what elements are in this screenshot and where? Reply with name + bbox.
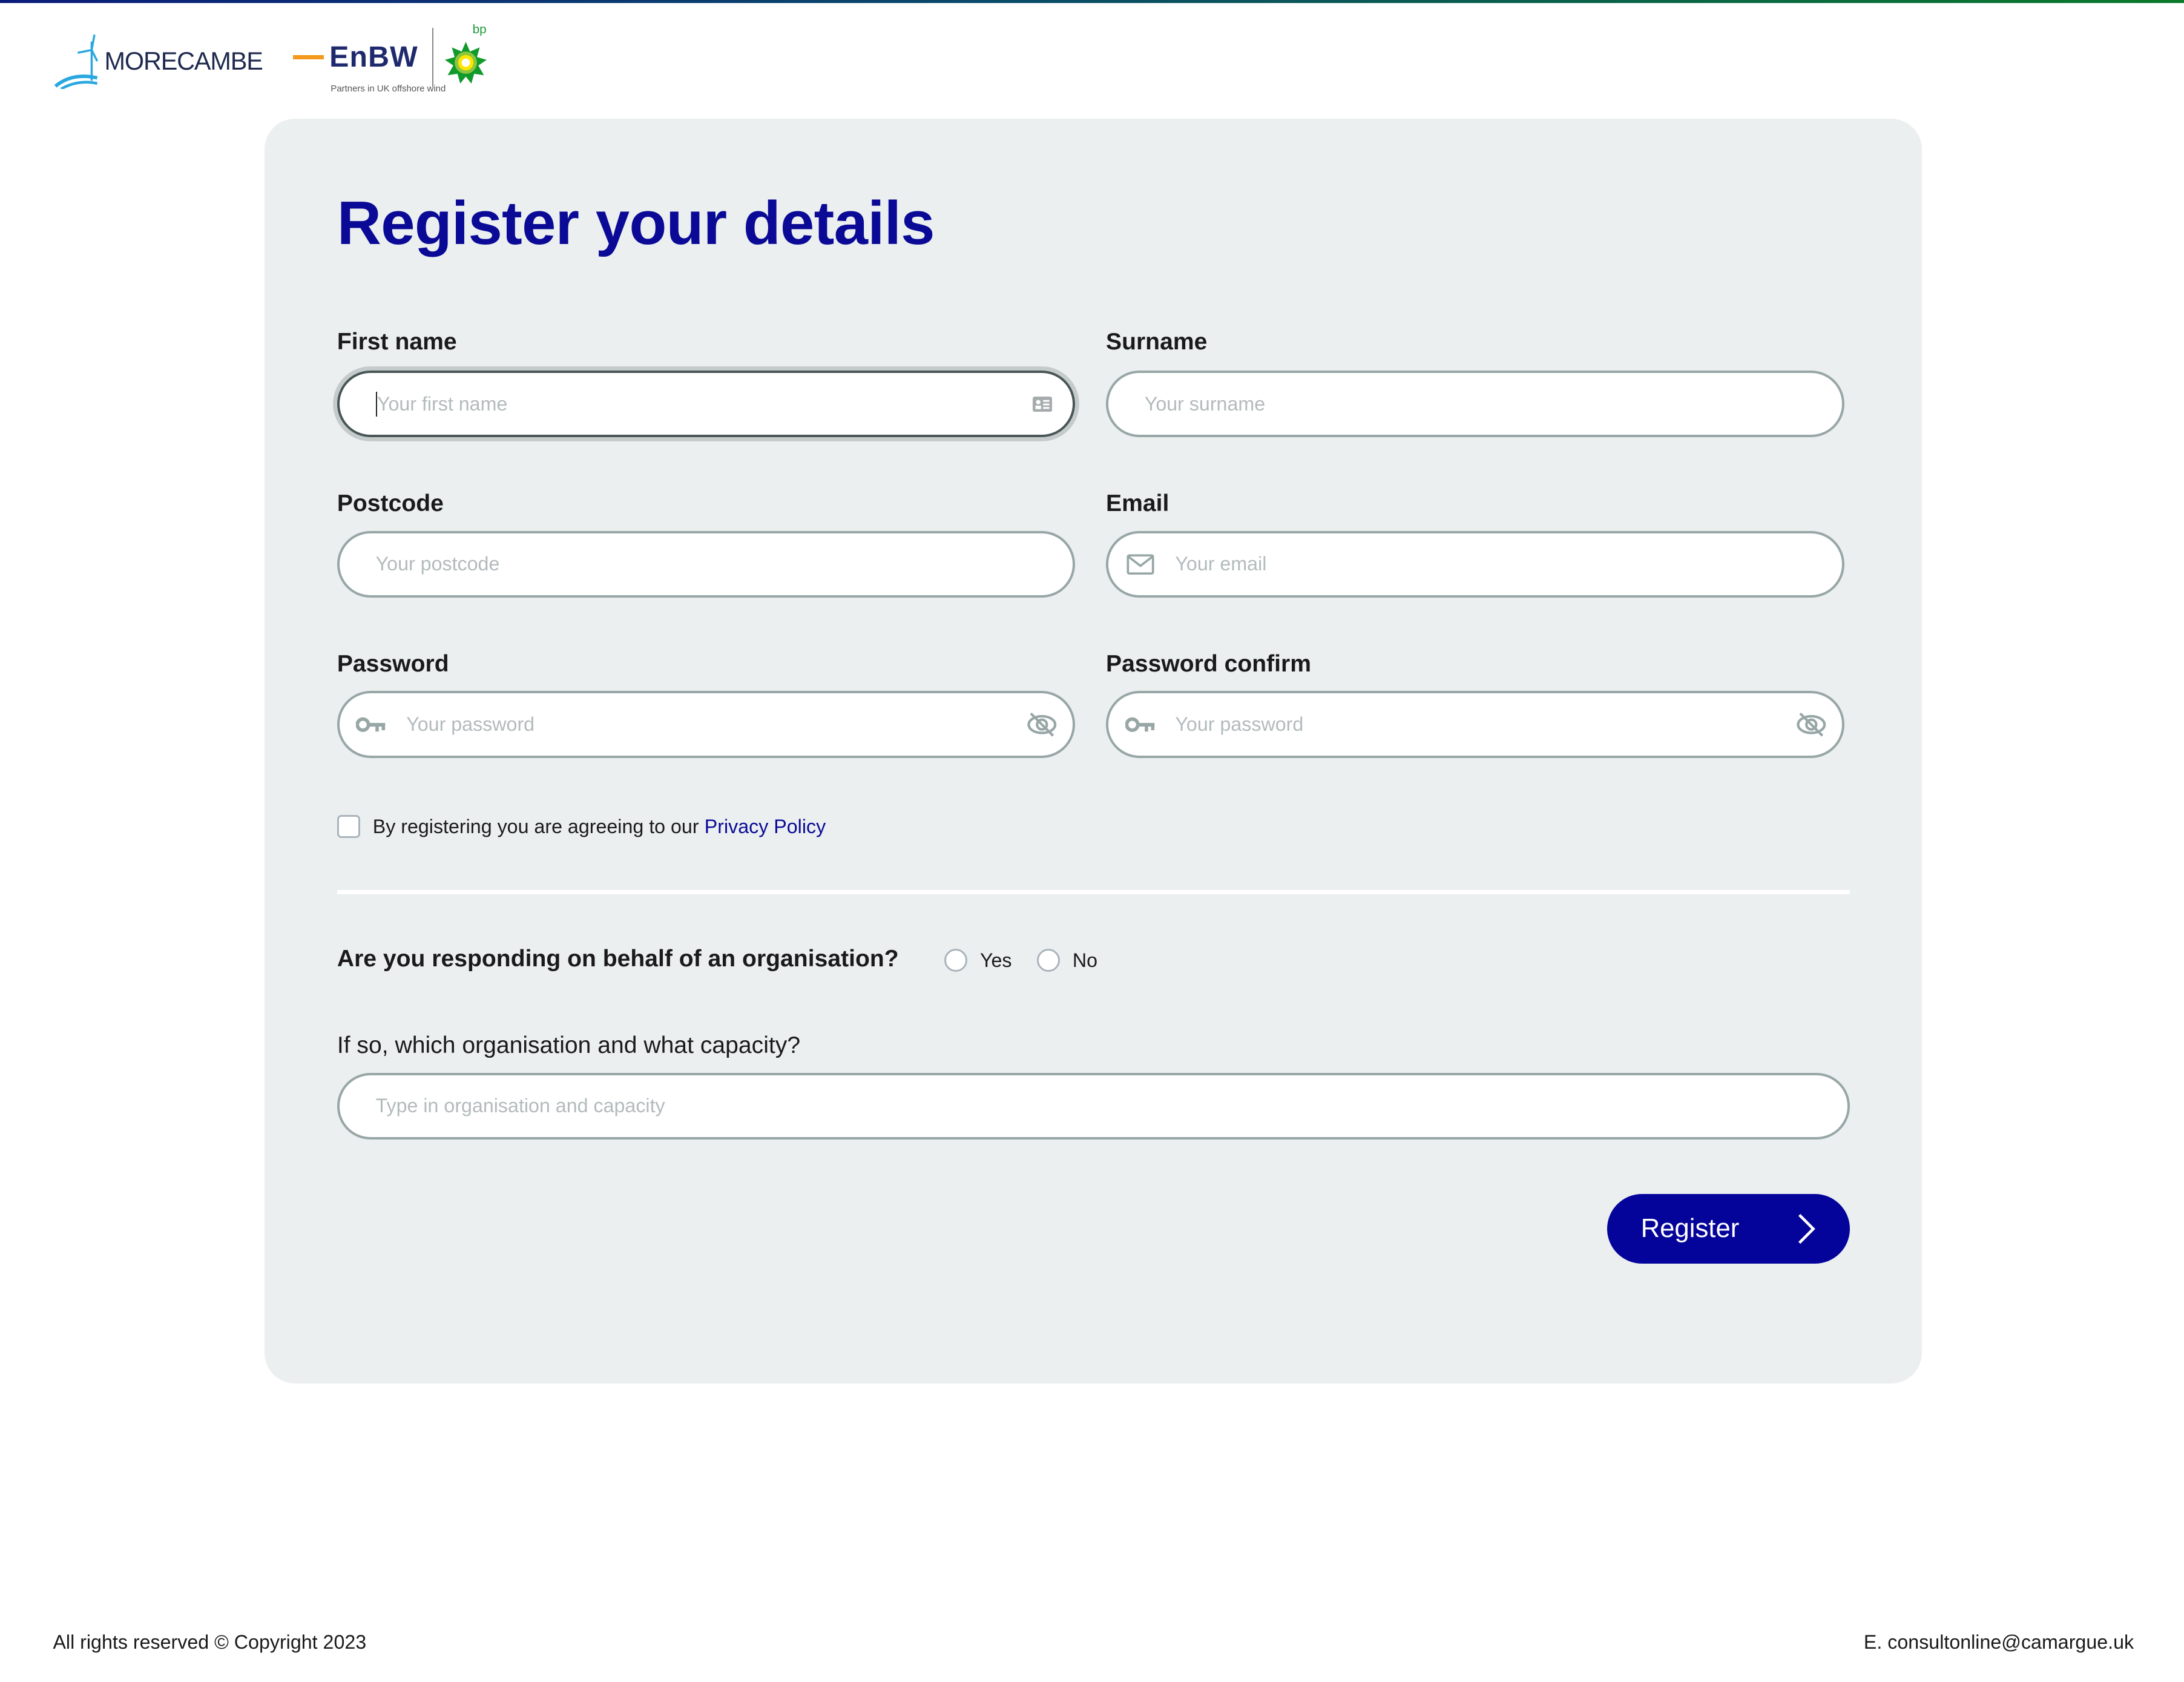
radio-no-label: No (1072, 949, 1097, 971)
organisation-detail-input[interactable] (375, 1095, 1847, 1118)
agreement-text: By registering you are agreeing to our (372, 815, 699, 837)
postcode-field[interactable] (337, 530, 1076, 598)
surname-input[interactable] (1144, 392, 1842, 415)
first-name-field[interactable] (337, 371, 1076, 438)
partner-logos: EnBW bp Partners in UK offshore wind (293, 22, 487, 94)
radio-no[interactable]: No (1036, 948, 1097, 972)
enbw-dash (293, 54, 324, 59)
password-input[interactable] (406, 713, 1026, 736)
bp-helios-icon (444, 42, 487, 84)
first-name-input[interactable] (377, 392, 1026, 415)
morecambe-logo: MORECAMBE (53, 33, 263, 90)
privacy-policy-link[interactable]: Privacy Policy (705, 816, 826, 838)
password-label: Password (337, 650, 449, 677)
organisation-radio-group: Yes No (944, 948, 1122, 972)
email-field[interactable] (1105, 530, 1844, 598)
radio-yes-button[interactable] (944, 948, 968, 972)
email-input[interactable] (1175, 553, 1842, 576)
chevron-right-icon (1798, 1213, 1816, 1244)
radio-yes-label: Yes (979, 949, 1012, 971)
privacy-checkbox[interactable] (337, 815, 361, 839)
registration-card: Register your details First name Surname… (265, 118, 1923, 1384)
first-name-label: First name (337, 329, 457, 355)
copyright-text: All rights reserved © Copyright 2023 (53, 1631, 367, 1654)
page-title: Register your details (337, 188, 935, 257)
privacy-agreement: By registering you are agreeing to our P… (337, 815, 826, 839)
register-button-label: Register (1640, 1213, 1740, 1244)
radio-yes[interactable]: Yes (944, 948, 1012, 972)
surname-label: Surname (1105, 329, 1208, 355)
eye-off-icon[interactable] (1025, 710, 1059, 738)
wind-turbine-icon (54, 35, 99, 90)
morecambe-wordmark: MORECAMBE (104, 47, 263, 75)
organisation-question: Are you responding on behalf of an organ… (337, 946, 899, 972)
header-logos: MORECAMBE EnBW bp Partners in UK offshor… (53, 22, 487, 97)
bp-wordmark: bp (472, 22, 487, 36)
contact-email: E. consultonline@camargue.uk (1863, 1631, 2134, 1654)
section-divider (337, 890, 1850, 895)
radio-no-button[interactable] (1036, 948, 1061, 972)
postcode-input[interactable] (375, 553, 1073, 576)
postcode-label: Postcode (337, 490, 444, 516)
logo-divider (432, 28, 434, 87)
top-accent-bar (0, 0, 2184, 3)
eye-off-icon[interactable] (1794, 710, 1827, 738)
password-confirm-label: Password confirm (1105, 650, 1312, 677)
organisation-detail-label: If so, which organisation and what capac… (337, 1032, 801, 1059)
key-icon (1125, 712, 1156, 737)
organisation-detail-field[interactable] (337, 1072, 1850, 1140)
bp-logo: bp (444, 22, 487, 89)
password-field[interactable] (337, 691, 1076, 758)
enbw-wordmark: EnBW (329, 41, 418, 74)
password-confirm-field[interactable] (1105, 691, 1844, 758)
password-confirm-input[interactable] (1175, 713, 1795, 736)
email-label: Email (1105, 490, 1169, 516)
register-button[interactable]: Register (1607, 1193, 1850, 1264)
envelope-icon (1125, 552, 1156, 576)
contact-card-icon (1025, 390, 1059, 418)
key-icon (356, 712, 387, 737)
surname-field[interactable] (1105, 371, 1844, 438)
